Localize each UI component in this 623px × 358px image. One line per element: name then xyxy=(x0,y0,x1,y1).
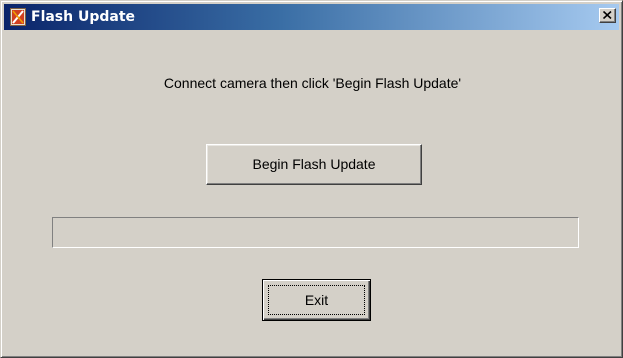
window-title: Flash Update xyxy=(31,9,136,25)
title-bar[interactable]: Flash Update xyxy=(4,4,619,30)
exit-button[interactable]: Exit xyxy=(262,279,371,321)
instruction-text: Connect camera then click 'Begin Flash U… xyxy=(163,75,462,91)
flash-update-window: Flash Update Connect camera then click '… xyxy=(0,0,623,358)
close-icon xyxy=(603,11,612,19)
progress-bar xyxy=(52,217,579,248)
begin-flash-update-button[interactable]: Begin Flash Update xyxy=(206,144,422,185)
exit-button-label: Exit xyxy=(268,285,365,315)
close-button[interactable] xyxy=(599,8,616,23)
flash-app-icon xyxy=(10,8,26,26)
